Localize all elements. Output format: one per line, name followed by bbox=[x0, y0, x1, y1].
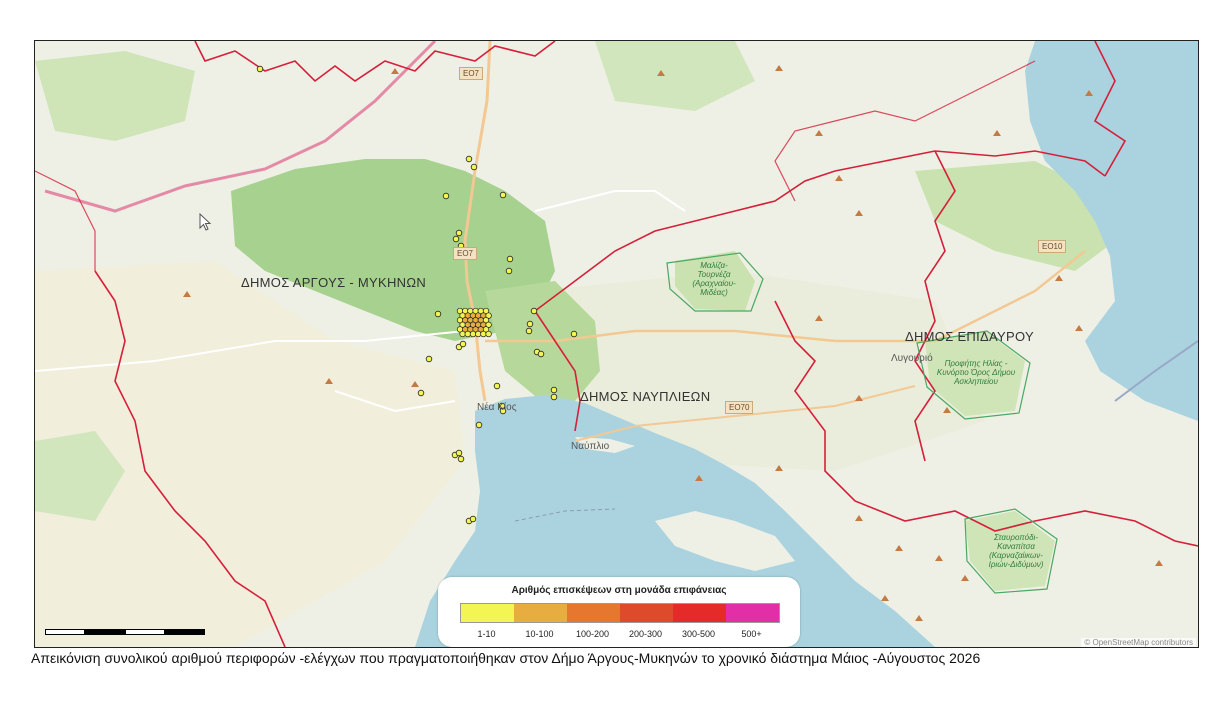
visit-point bbox=[499, 191, 507, 199]
mouse-cursor-icon bbox=[199, 213, 212, 231]
road-shield: ΕΟ70 bbox=[725, 401, 754, 414]
visit-point bbox=[434, 310, 442, 318]
legend-swatch bbox=[461, 604, 514, 622]
visit-point bbox=[530, 307, 538, 315]
visit-point-cluster bbox=[459, 330, 466, 338]
legend-label: 300-500 bbox=[681, 629, 716, 639]
legend-label: 500+ bbox=[741, 629, 762, 639]
town-label: Ναύπλιο bbox=[571, 441, 610, 452]
legend-swatch bbox=[514, 604, 567, 622]
legend-swatch bbox=[726, 604, 779, 622]
map-attribution[interactable]: © OpenStreetMap contributors bbox=[1081, 638, 1196, 647]
legend-label: 100-200 bbox=[575, 629, 610, 639]
visit-point bbox=[256, 65, 264, 73]
legend-swatch bbox=[673, 604, 726, 622]
visit-point-cluster bbox=[480, 330, 487, 338]
visit-point bbox=[470, 163, 478, 171]
visit-point bbox=[442, 192, 450, 200]
road-shield: ΕΟ10 bbox=[1038, 240, 1067, 253]
visit-point bbox=[425, 355, 433, 363]
scale-segment bbox=[125, 629, 165, 635]
scale-segment bbox=[85, 629, 125, 635]
road-shield: ΕΟ7 bbox=[453, 247, 478, 260]
legend-label: 10-100 bbox=[525, 629, 554, 639]
visit-point-cluster bbox=[464, 330, 471, 338]
visit-point bbox=[526, 320, 534, 328]
visit-point-cluster bbox=[485, 330, 492, 338]
visit-point bbox=[525, 327, 533, 335]
visit-point bbox=[505, 267, 513, 275]
legend-label: 200-300 bbox=[628, 629, 663, 639]
protected-area-label: Μαλίζα-Τουρνέζα (Αραχναίου-Μιδέας) bbox=[692, 261, 736, 297]
visit-point bbox=[452, 235, 460, 243]
visit-point bbox=[465, 155, 473, 163]
legend-swatch bbox=[620, 604, 673, 622]
legend-label: 1-10 bbox=[477, 629, 496, 639]
visit-point bbox=[493, 382, 501, 390]
visit-point bbox=[455, 449, 463, 457]
town-label: Λυγουριό bbox=[891, 353, 933, 364]
road-shield: ΕΟ7 bbox=[459, 67, 484, 80]
figure-caption: Απεικόνιση συνολικού αριθμού περιφορών -… bbox=[31, 650, 981, 666]
visit-point bbox=[550, 386, 558, 394]
visit-point-cluster bbox=[469, 330, 477, 338]
protected-area-label: Προφήτης Ηλίας - Κυνόρτιο Όρος Δήμου Ασκ… bbox=[936, 359, 1016, 386]
visit-point bbox=[459, 340, 467, 348]
legend-title: Αριθμός επισκέψεων στη μονάδα επιφάνειας bbox=[511, 585, 727, 596]
legend-color-bar bbox=[460, 603, 780, 623]
municipality-label: ΔΗΜΟΣ ΑΡΓΟΥΣ - ΜΥΚΗΝΩΝ bbox=[241, 275, 427, 290]
municipality-label: ΔΗΜΟΣ ΝΑΥΠΛΙΕΩΝ bbox=[580, 389, 711, 404]
legend-swatch bbox=[567, 604, 620, 622]
legend-labels: 1-10 10-100 100-200 200-300 300-500 500+ bbox=[460, 629, 778, 639]
visit-point bbox=[469, 515, 477, 523]
town-label: Νέα Κίος bbox=[477, 402, 517, 413]
legend-panel: Αριθμός επισκέψεων στη μονάδα επιφάνειας… bbox=[438, 577, 800, 647]
visit-point bbox=[475, 421, 483, 429]
scale-segment bbox=[165, 629, 205, 635]
municipality-label: ΔΗΜΟΣ ΕΠΙΔΑΥΡΟΥ bbox=[905, 329, 1034, 344]
scale-bar bbox=[45, 629, 207, 637]
visit-point bbox=[570, 330, 578, 338]
protected-area-label: Σταυροπόδι-Καναπίτσα (Καρναζαίικων-Ιριών… bbox=[988, 533, 1044, 569]
visit-point bbox=[506, 255, 514, 263]
visit-point-cluster bbox=[475, 330, 482, 338]
scale-segment bbox=[45, 629, 85, 635]
visit-point bbox=[417, 389, 425, 397]
visit-point bbox=[455, 229, 463, 237]
visit-point bbox=[537, 350, 545, 358]
map-view[interactable]: ΔΗΜΟΣ ΑΡΓΟΥΣ - ΜΥΚΗΝΩΝ ΔΗΜΟΣ ΝΑΥΠΛΙΕΩΝ Δ… bbox=[34, 40, 1199, 648]
visit-point bbox=[457, 455, 465, 463]
visit-point bbox=[550, 393, 558, 401]
